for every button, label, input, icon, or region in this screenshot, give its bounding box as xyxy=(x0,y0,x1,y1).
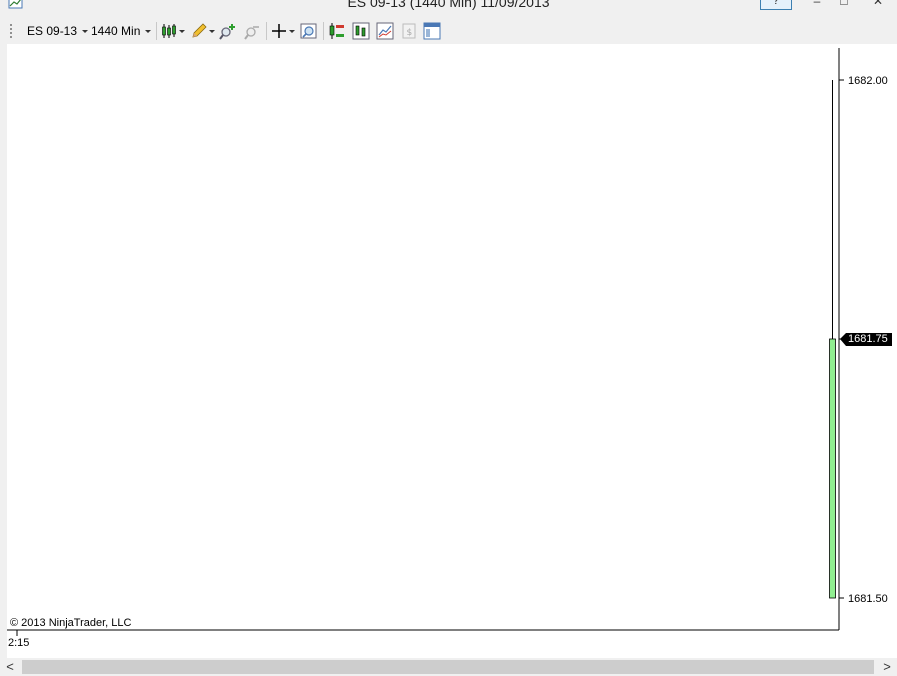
chart-style-icon[interactable] xyxy=(161,22,187,40)
help-button[interactable]: ? xyxy=(760,0,792,10)
toolbar-grip[interactable] xyxy=(10,23,12,39)
scroll-left-arrow[interactable]: < xyxy=(2,659,18,675)
scrollbar-thumb[interactable] xyxy=(22,660,874,674)
strategies-icon[interactable] xyxy=(328,22,346,40)
close-button[interactable]: ✕ xyxy=(868,0,888,8)
chart-trader-icon[interactable]: $ xyxy=(400,22,418,40)
toolbar-separator xyxy=(266,22,267,40)
toolbar-separator xyxy=(156,22,157,40)
candle-body[interactable] xyxy=(829,338,836,599)
indicators-icon[interactable] xyxy=(352,22,370,40)
chart-toolbar: ES 09-13 1440 Min $ xyxy=(0,17,897,44)
price-axis-label: 1682.00 xyxy=(848,75,888,87)
interval-label: 1440 Min xyxy=(91,24,141,38)
toolbar-separator xyxy=(323,22,324,40)
minimize-button[interactable]: – xyxy=(808,0,826,8)
maximize-button[interactable]: □ xyxy=(836,0,852,8)
last-price-marker: 1681.75 xyxy=(840,331,892,347)
instrument-label: ES 09-13 xyxy=(27,24,78,38)
scroll-right-arrow[interactable]: > xyxy=(879,659,895,675)
instrument-selector[interactable]: ES 09-13 xyxy=(27,23,89,39)
crosshair-icon[interactable] xyxy=(271,22,297,40)
zoom-in-icon[interactable] xyxy=(219,22,237,40)
last-price-label: 1681.75 xyxy=(848,333,888,345)
price-axis-label: 1681.50 xyxy=(848,593,888,605)
time-axis-label: 2:15 xyxy=(8,637,30,649)
zoom-out-icon[interactable] xyxy=(243,22,261,40)
chevron-down-icon xyxy=(145,30,152,34)
chevron-down-icon xyxy=(82,30,89,34)
drawing-tools-icon[interactable] xyxy=(190,22,216,40)
interval-selector[interactable]: 1440 Min xyxy=(91,23,152,39)
chart-panel[interactable]: 1682.00 1681.50 1681.75 © 2013 NinjaTrade… xyxy=(7,44,897,658)
templates-icon[interactable] xyxy=(423,22,441,40)
copyright-text: © 2013 NinjaTrader, LLC xyxy=(10,617,132,629)
horizontal-scrollbar[interactable]: < > xyxy=(0,658,897,676)
svg-text:$: $ xyxy=(407,28,413,38)
title-bar: ES 09-13 (1440 Min) 11/09/2013 ? – □ ✕ xyxy=(0,0,897,14)
data-box-icon[interactable] xyxy=(300,22,318,40)
properties-icon[interactable] xyxy=(376,22,394,40)
price-chart[interactable]: 1682.00 1681.50 xyxy=(7,44,897,658)
